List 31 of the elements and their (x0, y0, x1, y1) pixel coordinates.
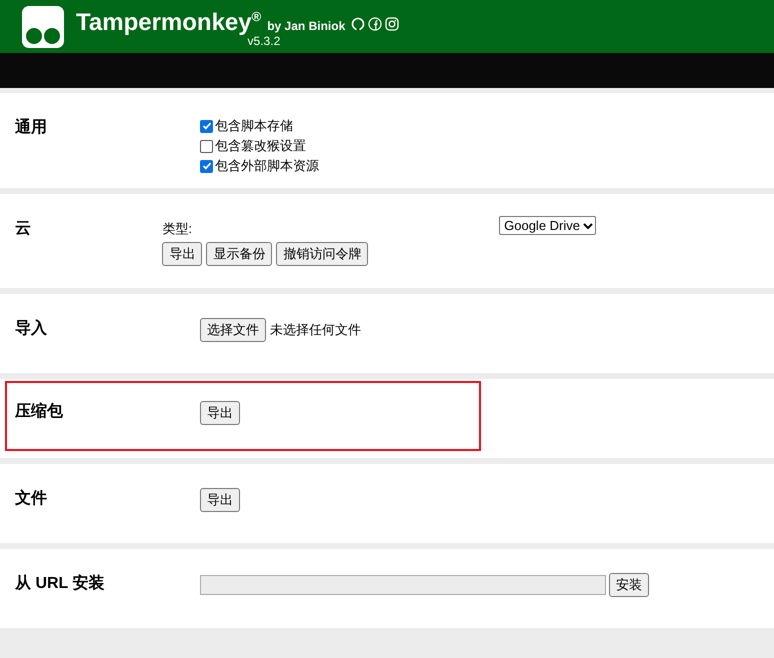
checkbox[interactable] (200, 140, 213, 152)
github-icon[interactable] (351, 17, 366, 31)
export-button[interactable]: 导出 (200, 401, 240, 425)
file-status: 未选择任何文件 (270, 321, 361, 339)
checkbox[interactable] (200, 160, 213, 172)
checkbox-label: 包含脚本存储 (215, 117, 293, 135)
cloud-button[interactable]: 显示备份 (206, 242, 272, 266)
url-field[interactable] (200, 575, 606, 595)
section-label: 云 (14, 219, 32, 239)
choose-file-button[interactable]: 选择文件 (200, 318, 266, 342)
cloud-button[interactable]: 导出 (162, 242, 202, 266)
section-label: 文件 (14, 488, 48, 509)
facebook-icon[interactable] (368, 17, 382, 31)
type-label: 类型: (162, 220, 194, 238)
checkbox[interactable] (200, 120, 213, 132)
section-label: 从 URL 安装 (14, 573, 106, 594)
checkbox-label: 包含篡改猴设置 (215, 137, 306, 155)
checkbox-label: 包含外部脚本资源 (215, 157, 319, 175)
app-title: Tampermonkey$^{®}$ (76, 9, 262, 36)
version-text: v5.3.2 (248, 34, 280, 48)
section-label: 压缩包 (14, 401, 64, 422)
logo-icon (22, 6, 64, 48)
type-select[interactable]: Google Drive (499, 216, 596, 235)
caret-icon (583, 222, 593, 230)
section-label: 导入 (14, 318, 48, 339)
export-button[interactable]: 导出 (200, 488, 240, 512)
cloud-button[interactable]: 撤销访问令牌 (276, 242, 368, 266)
install-button[interactable]: 安装 (609, 573, 649, 597)
instagram-icon[interactable] (385, 17, 400, 31)
section-label: 通用 (14, 117, 48, 138)
author-text: by Jan Biniok (267, 19, 346, 33)
